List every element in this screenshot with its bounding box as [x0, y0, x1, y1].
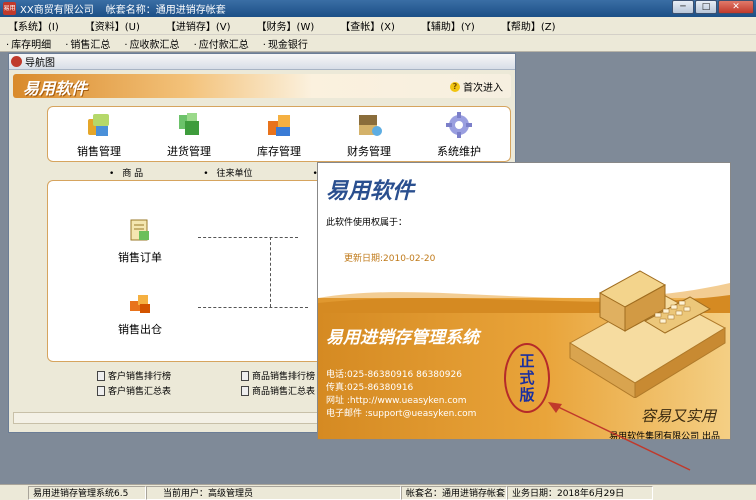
report-label: 客户销售排行榜	[108, 372, 172, 382]
sales-order-node[interactable]: 销售订单	[118, 217, 162, 265]
flow-line	[198, 237, 298, 238]
menu-help[interactable]: 【帮助】(Z)	[501, 18, 556, 33]
report-label: 客户销售汇总表	[108, 387, 172, 397]
account-name: 帐套名称：通用进销存帐套	[105, 5, 226, 16]
splash-website: 网址 :http://www.ueasyken.com	[326, 396, 467, 406]
window-icon	[11, 56, 22, 67]
status-spacer	[0, 486, 28, 500]
navigation-window-titlebar: 导航图	[9, 54, 515, 70]
purchase-icon	[179, 113, 199, 135]
report-customer-summary[interactable]: 客户销售汇总表	[97, 384, 171, 397]
report-icon	[241, 370, 249, 381]
report-product-summary[interactable]: 商品销售汇总表	[241, 384, 315, 397]
splash-update-date: 更新日期:2010-02-20	[344, 254, 436, 264]
status-account: 帐套名：通用进销存帐套	[401, 485, 507, 500]
report-icon	[97, 385, 105, 396]
stamp-char: 正	[519, 351, 535, 370]
sales-order-icon	[130, 219, 149, 241]
report-label: 商品销售汇总表	[252, 387, 316, 397]
gear-icon	[446, 112, 472, 138]
finance-icon	[359, 115, 382, 136]
splash-email: 电子邮件 :support@ueasyken.com	[326, 409, 477, 419]
category-goods[interactable]: 商 品	[109, 166, 143, 179]
menu-assist[interactable]: 【辅助】(Y)	[421, 18, 475, 33]
stamp-char: 版	[519, 385, 535, 404]
banner-logo: 易用软件	[23, 79, 88, 98]
sales-out-label: 销售出仓	[118, 323, 162, 336]
menu-system[interactable]: 【系统】(I)	[8, 18, 59, 33]
module-inventory[interactable]: 库存管理	[244, 111, 314, 159]
module-label: 库存管理	[257, 145, 301, 158]
status-bar: 易用进销存管理系统6.5 当前用户：高级管理员 帐套名：通用进销存帐套 业务日期…	[0, 484, 756, 500]
report-label: 商品销售排行榜	[252, 372, 316, 382]
toolbar-stock-detail[interactable]: 库存明细	[6, 36, 51, 51]
toolbar-receivable-summary[interactable]: 应收款汇总	[124, 36, 180, 51]
menu-inventory[interactable]: 【进销存】(V)	[166, 18, 231, 33]
menu-accounts[interactable]: 【查帐】(X)	[340, 18, 395, 33]
menu-finance[interactable]: 【财务】(W)	[257, 18, 315, 33]
splash-owner: 此软件使用权属于：	[326, 218, 408, 228]
splash-phone: 电话:025-86380916 86380926	[326, 370, 462, 380]
module-label: 进货管理	[167, 145, 211, 158]
splash-fax: 传真:025-86380916	[326, 383, 414, 393]
report-icon	[97, 370, 105, 381]
help-icon: ?	[450, 81, 460, 92]
app-logo-icon: 易用	[3, 2, 16, 15]
flow-line	[270, 237, 271, 307]
report-product-ranking[interactable]: 商品销售排行榜	[241, 369, 315, 382]
report-icon	[241, 385, 249, 396]
sales-icon	[88, 114, 109, 136]
nav-banner: 易用软件 ? 首次进入	[13, 74, 511, 98]
first-entry-label: 首次进入	[463, 83, 503, 94]
navigation-window-title: 导航图	[25, 58, 55, 69]
module-bar: 销售管理 进货管理 库存管理 财务管理 系统维护	[47, 106, 511, 162]
menu-bar: 【系统】(I) 【资料】(U) 【进销存】(V) 【财务】(W) 【查帐】(X)…	[0, 17, 756, 35]
status-user: 当前用户：高级管理员	[146, 485, 401, 500]
first-entry-link[interactable]: ? 首次进入	[450, 79, 503, 94]
maximize-button[interactable]: □	[695, 0, 717, 14]
report-customer-ranking[interactable]: 客户销售排行榜	[97, 369, 171, 382]
menu-data[interactable]: 【资料】(U)	[85, 18, 140, 33]
status-version: 易用进销存管理系统6.5	[28, 485, 146, 500]
sales-out-icon	[130, 295, 150, 313]
sales-order-label: 销售订单	[118, 251, 162, 264]
module-label: 销售管理	[77, 145, 121, 158]
quick-toolbar: 库存明细 销售汇总 应收款汇总 应付款汇总 现金银行	[0, 35, 756, 52]
splash-brand: 易用软件	[326, 179, 415, 204]
module-finance[interactable]: 财务管理	[334, 111, 404, 159]
toolbar-sales-summary[interactable]: 销售汇总	[65, 36, 110, 51]
close-button[interactable]: ✕	[718, 0, 754, 14]
flow-line	[198, 307, 308, 308]
toolbar-cash-bank[interactable]: 现金银行	[263, 36, 308, 51]
module-purchase[interactable]: 进货管理	[154, 111, 224, 159]
module-sales[interactable]: 销售管理	[64, 111, 134, 159]
cash-register-illustration	[569, 270, 727, 398]
module-label: 财务管理	[347, 145, 391, 158]
stamp-char: 式	[519, 368, 535, 387]
splash-product-name: 易用进销存管理系统	[326, 328, 479, 348]
minimize-button[interactable]: ─	[672, 0, 694, 14]
inventory-icon	[268, 115, 290, 136]
sales-out-node[interactable]: 销售出仓	[118, 289, 162, 337]
module-label: 系统维护	[437, 145, 481, 158]
status-business-date: 业务日期：2018年6月29日	[507, 485, 653, 500]
company-name: XX商贸有限公司	[20, 5, 94, 16]
category-partners[interactable]: 往来单位	[203, 166, 253, 179]
toolbar-payable-summary[interactable]: 应付款汇总	[194, 36, 249, 51]
module-system[interactable]: 系统维护	[424, 111, 494, 159]
title-bar: 易用 XX商贸有限公司 帐套名称：通用进销存帐套 ─ □ ✕	[0, 0, 756, 17]
annotation-arrow	[548, 402, 691, 471]
